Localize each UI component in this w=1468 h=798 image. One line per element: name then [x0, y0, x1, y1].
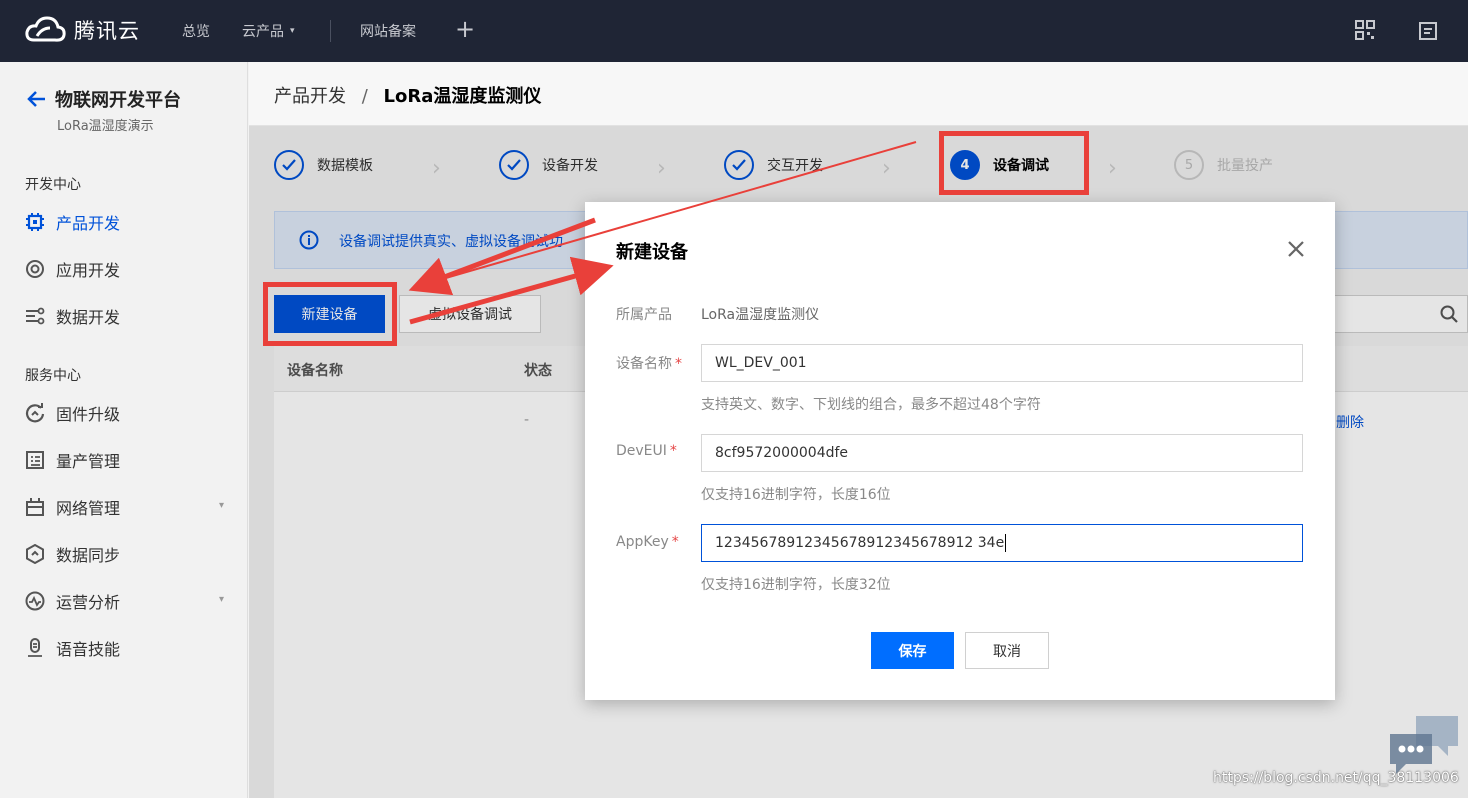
nav-site-filing[interactable]: 网站备案	[360, 0, 416, 62]
app-target-icon	[26, 260, 44, 278]
device-name-hint: 支持英文、数字、下划线的组合，最多不超过48个字符	[701, 397, 1041, 413]
cancel-button[interactable]: 取消	[965, 632, 1049, 669]
dev-center-heading: 开发中心	[25, 177, 81, 193]
nav-divider	[330, 20, 331, 42]
list-document-icon	[26, 451, 44, 469]
required-mark: *	[669, 443, 677, 459]
top-navigation-bar	[0, 0, 1468, 62]
deveui-field[interactable]: 8cf9572000004dfe	[701, 434, 1303, 472]
data-flow-icon	[26, 307, 45, 325]
platform-title: 物联网开发平台	[55, 90, 181, 111]
watermark-url: https://blog.csdn.net/qq_38113006	[1213, 770, 1459, 786]
nav-overview[interactable]: 总览	[182, 0, 210, 62]
chevron-down-icon: ▾	[290, 26, 295, 36]
nav-cloud-products[interactable]: 云产品 ▾	[242, 0, 295, 62]
sidebar	[0, 62, 248, 798]
appkey-label: AppKey *	[616, 534, 679, 550]
add-shortcut-icon[interactable]: +	[455, 15, 475, 43]
sidebar-item-firmware[interactable]: 固件升级	[25, 399, 230, 427]
text-cursor	[1005, 534, 1007, 552]
cloud-logo-icon	[25, 16, 66, 42]
firmware-refresh-icon	[25, 403, 45, 423]
breadcrumb-text: 产品开发 / LoRa温湿度监测仪	[274, 82, 541, 108]
voice-icon	[28, 638, 42, 657]
sidebar-item-product-dev[interactable]: 产品开发	[25, 208, 230, 236]
sidebar-item-data-dev[interactable]: 数据开发	[25, 302, 230, 330]
required-mark: *	[675, 356, 682, 372]
chat-bubble-icon[interactable]	[1388, 714, 1462, 776]
highlight-box-step	[939, 131, 1089, 195]
service-center-heading: 服务中心	[25, 368, 81, 384]
chevron-down-icon: ▾	[218, 500, 224, 511]
close-icon[interactable]	[1286, 239, 1306, 259]
sidebar-item-analytics[interactable]: 运营分析 ▾	[25, 587, 230, 615]
sync-icon	[26, 544, 44, 564]
network-box-icon	[26, 498, 44, 516]
project-name: LoRa温湿度演示	[57, 119, 154, 134]
appkey-hint: 仅支持16进制字符，长度32位	[701, 577, 891, 593]
arrow-left-icon	[27, 91, 45, 107]
highlight-box-new-button	[263, 282, 397, 346]
brand-logo[interactable]: 腾讯云	[24, 14, 140, 46]
deveui-label: DevEUI *	[616, 443, 677, 459]
breadcrumb-current: LoRa温湿度监测仪	[383, 86, 542, 107]
breadcrumb-separator: /	[361, 86, 368, 107]
sidebar-item-network[interactable]: 网络管理 ▾	[25, 493, 230, 521]
product-label: 所属产品	[616, 307, 672, 323]
chevron-down-icon: ▾	[218, 594, 224, 605]
analytics-icon	[25, 591, 45, 611]
product-value: LoRa温湿度监测仪	[701, 307, 820, 323]
back-to-platform[interactable]: 物联网开发平台	[27, 86, 181, 112]
sidebar-item-app-dev[interactable]: 应用开发	[25, 255, 230, 283]
device-name-field[interactable]: WL_DEV_001	[701, 344, 1303, 382]
document-icon[interactable]	[1419, 22, 1437, 40]
qrcode-icon[interactable]	[1355, 20, 1375, 40]
sidebar-item-data-sync[interactable]: 数据同步	[25, 540, 230, 568]
required-mark: *	[671, 534, 679, 550]
brand-name: 腾讯云	[74, 19, 140, 43]
dialog-title: 新建设备	[616, 242, 688, 263]
sidebar-item-mass-production[interactable]: 量产管理	[25, 446, 230, 474]
device-name-label: 设备名称 *	[616, 356, 682, 372]
deveui-hint: 仅支持16进制字符，长度16位	[701, 487, 891, 503]
chip-icon	[26, 213, 44, 231]
breadcrumb-parent[interactable]: 产品开发	[274, 86, 346, 107]
sidebar-item-voice[interactable]: 语音技能	[25, 634, 230, 662]
appkey-field[interactable]: 12345678912345678912345678912 34e	[701, 524, 1303, 562]
save-button[interactable]: 保存	[871, 632, 954, 669]
